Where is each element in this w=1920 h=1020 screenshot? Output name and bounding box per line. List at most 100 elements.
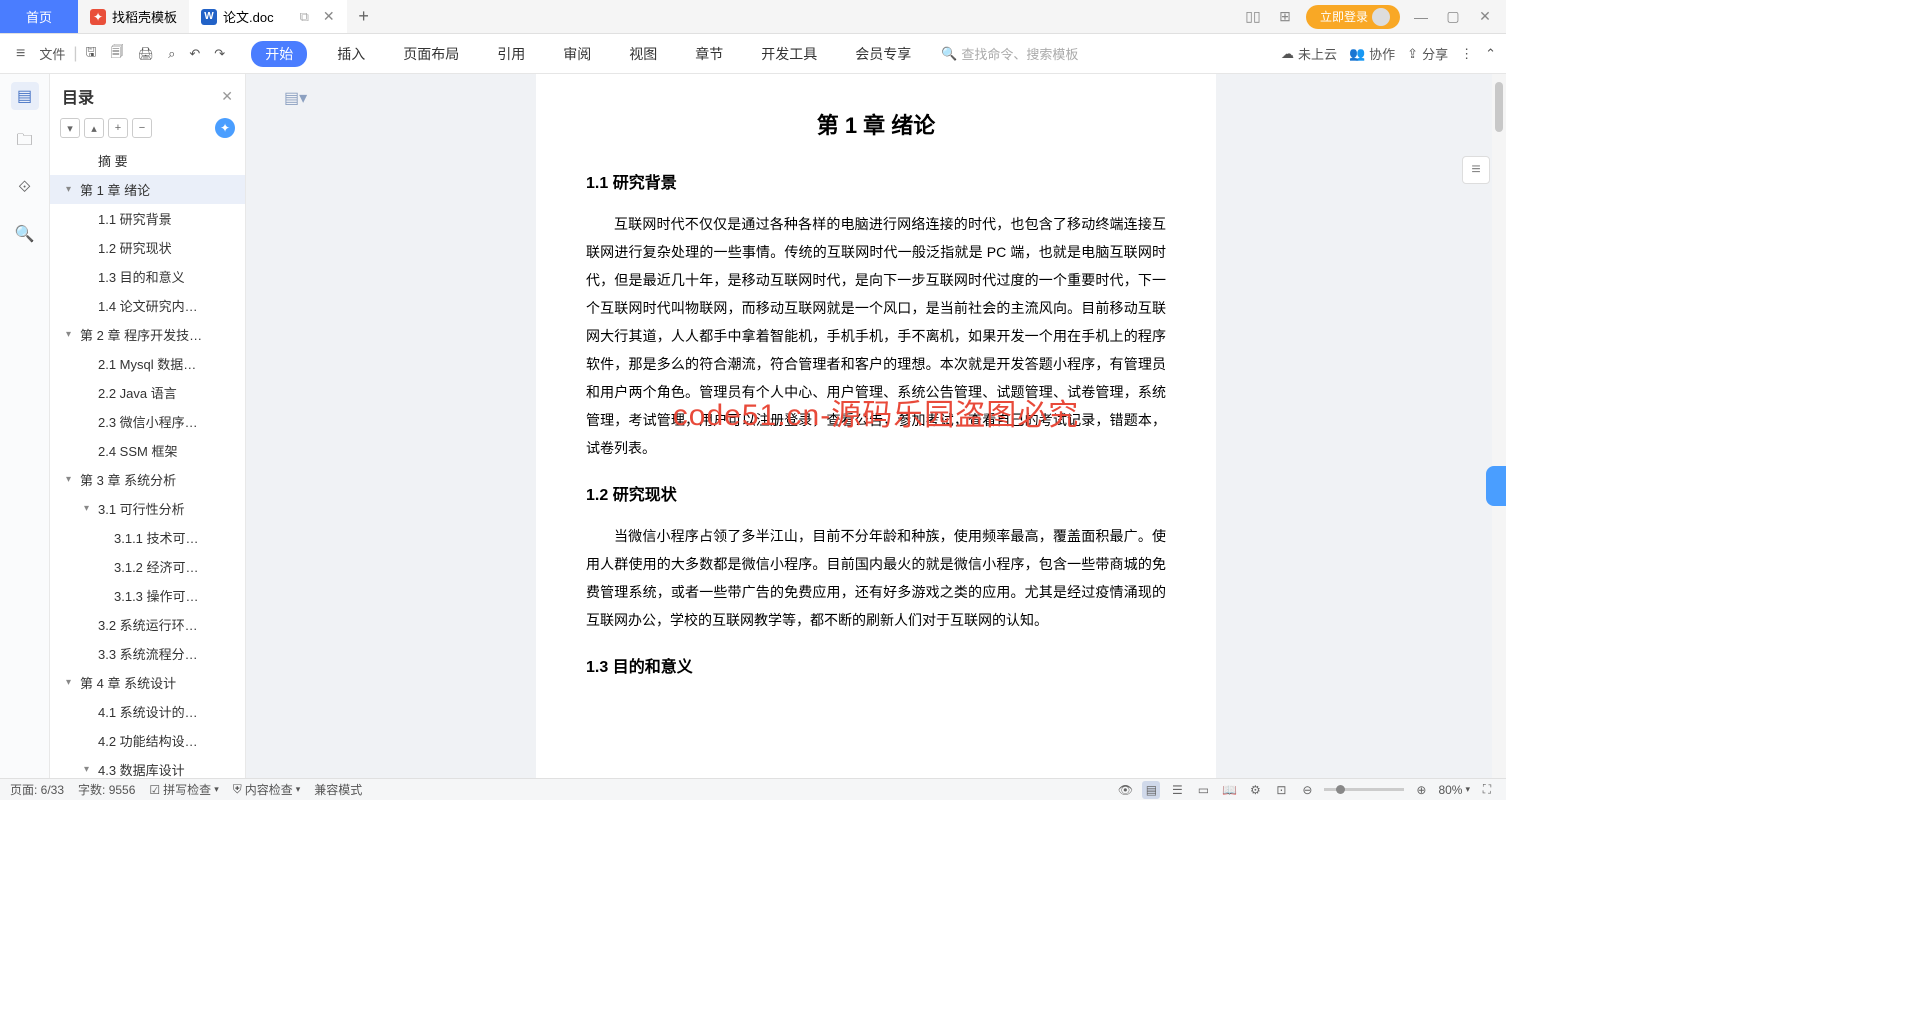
reading-icon[interactable]: 👁 <box>1116 781 1134 799</box>
zoom-level[interactable]: 80%▾ <box>1438 783 1470 797</box>
share-button[interactable]: ⇪分享 <box>1407 44 1448 63</box>
zoom-in-icon[interactable]: ⊕ <box>1412 781 1430 799</box>
outline-view-icon[interactable]: ☰ <box>1168 781 1186 799</box>
style-panel-icon[interactable]: ≡ <box>1462 156 1490 184</box>
side-feedback-tab[interactable] <box>1486 466 1506 506</box>
login-button[interactable]: 立即登录 <box>1306 5 1400 29</box>
command-search[interactable]: 🔍 查找命令、搜索模板 <box>941 44 1078 63</box>
window-mode-icon[interactable]: ⧉ <box>300 9 309 25</box>
ribbon-tab-start[interactable]: 开始 <box>251 41 307 67</box>
outline-label: 第 1 章 绪论 <box>80 180 150 199</box>
outline-item[interactable]: ▾4.3 数据库设计 <box>50 755 245 778</box>
outline-item[interactable]: 1.2 研究现状 <box>50 233 245 262</box>
outline-item[interactable]: 3.1.2 经济可… <box>50 552 245 581</box>
ribbon-tab-devtools[interactable]: 开发工具 <box>753 41 825 67</box>
find-icon[interactable]: 🔍 <box>11 220 39 248</box>
collapse-icon[interactable]: ▾ <box>60 118 80 138</box>
ribbon-tab-member[interactable]: 会员专享 <box>847 41 919 67</box>
status-bar: 页面: 6/33 字数: 9556 ☑拼写检查▾ ⛨内容检查▾ 兼容模式 👁 ▤… <box>0 778 1506 800</box>
undo-icon[interactable]: ↶ <box>183 42 206 66</box>
outline-item[interactable]: ▾第 4 章 系统设计 <box>50 668 245 697</box>
title-bar: 首页 ✦ 找稻壳模板 W 论文.doc ⧉ ✕ + ▯▯ ⊞ 立即登录 — ▢ … <box>0 0 1506 34</box>
tab-label: 论文.doc <box>223 7 274 26</box>
tab-template[interactable]: ✦ 找稻壳模板 <box>78 0 189 33</box>
files-icon[interactable]: 🗀 <box>11 128 39 156</box>
remove-icon[interactable]: − <box>132 118 152 138</box>
content-check-button[interactable]: ⛨内容检查▾ <box>233 781 301 798</box>
document-area[interactable]: ▤▾ 第 1 章 绪论 1.1 研究背景 互联网时代不仅仅是通过各种各样的电脑进… <box>246 74 1506 778</box>
outline-item[interactable]: 1.4 论文研究内… <box>50 291 245 320</box>
paragraph: 互联网时代不仅仅是通过各种各样的电脑进行网络连接的时代，也包含了移动终端连接互联… <box>586 210 1166 462</box>
outline-item[interactable]: 3.2 系统运行环… <box>50 610 245 639</box>
tools-icon[interactable]: ⚙ <box>1246 781 1264 799</box>
assistant-icon[interactable]: ✦ <box>215 118 235 138</box>
outline-item[interactable]: 1.1 研究背景 <box>50 204 245 233</box>
zoom-thumb[interactable] <box>1336 785 1345 794</box>
spellcheck-button[interactable]: ☑拼写检查▾ <box>149 781 218 798</box>
outline-item[interactable]: 2.1 Mysql 数据… <box>50 349 245 378</box>
ribbon-tab-reference[interactable]: 引用 <box>489 41 533 67</box>
outline-label: 4.1 系统设计的… <box>98 702 198 721</box>
ribbon-tab-review[interactable]: 审阅 <box>555 41 599 67</box>
vertical-scrollbar[interactable] <box>1492 74 1506 778</box>
print-icon[interactable]: 🖨 <box>132 42 161 66</box>
tab-document[interactable]: W 论文.doc ⧉ ✕ <box>189 0 347 33</box>
tab-home[interactable]: 首页 <box>0 0 78 33</box>
file-menu[interactable]: 文件 <box>33 40 71 67</box>
expand-icon[interactable]: ▴ <box>84 118 104 138</box>
close-window-icon[interactable]: ✕ <box>1474 6 1496 28</box>
outline-label: 1.1 研究背景 <box>98 209 172 228</box>
outline-item[interactable]: ▾第 3 章 系统分析 <box>50 465 245 494</box>
add-icon[interactable]: + <box>108 118 128 138</box>
cloud-status[interactable]: ☁未上云 <box>1281 44 1337 63</box>
outline-icon[interactable]: ▤ <box>11 82 39 110</box>
outline-item[interactable]: 4.1 系统设计的… <box>50 697 245 726</box>
zoom-out-icon[interactable]: ⊖ <box>1298 781 1316 799</box>
collapse-ribbon-icon[interactable]: ⌃ <box>1485 46 1496 62</box>
word-count[interactable]: 字数: 9556 <box>78 781 135 798</box>
ribbon-tab-insert[interactable]: 插入 <box>329 41 373 67</box>
ribbon-tab-chapter[interactable]: 章节 <box>687 41 731 67</box>
bookmark-icon[interactable]: ⟐ <box>11 174 39 202</box>
outline-item[interactable]: ▾第 1 章 绪论 <box>50 175 245 204</box>
outline-item[interactable]: 3.1.1 技术可… <box>50 523 245 552</box>
web-view-icon[interactable]: ▭ <box>1194 781 1212 799</box>
ribbon-tab-layout[interactable]: 页面布局 <box>395 41 467 67</box>
collab-button[interactable]: 👥协作 <box>1349 44 1395 63</box>
zoom-slider[interactable] <box>1324 788 1404 791</box>
minimize-icon[interactable]: — <box>1410 6 1432 28</box>
fullscreen-icon[interactable]: ⛶ <box>1478 781 1496 799</box>
ribbon-tab-view[interactable]: 视图 <box>621 41 665 67</box>
read-view-icon[interactable]: 📖 <box>1220 781 1238 799</box>
outline-item[interactable]: 3.1.3 操作可… <box>50 581 245 610</box>
layout-icon[interactable]: ▯▯ <box>1242 6 1264 28</box>
outline-item[interactable]: 1.3 目的和意义 <box>50 262 245 291</box>
page-options-icon[interactable]: ▤▾ <box>284 88 307 108</box>
outline-item[interactable]: ▾第 2 章 程序开发技… <box>50 320 245 349</box>
maximize-icon[interactable]: ▢ <box>1442 6 1464 28</box>
preview-icon[interactable]: ⌕ <box>162 42 181 66</box>
close-icon[interactable]: ✕ <box>323 8 335 25</box>
compat-mode: 兼容模式 <box>314 781 362 798</box>
fit-icon[interactable]: ⊡ <box>1272 781 1290 799</box>
more-icon[interactable]: ⋮ <box>1460 46 1473 62</box>
page-indicator[interactable]: 页面: 6/33 <box>10 781 64 798</box>
outline-item[interactable]: 2.3 微信小程序… <box>50 407 245 436</box>
save-as-icon[interactable]: 🗐 <box>105 39 130 69</box>
chevron-icon: ▾ <box>66 329 76 340</box>
outline-item[interactable]: 2.2 Java 语言 <box>50 378 245 407</box>
save-icon[interactable]: 🖫 <box>80 39 103 69</box>
page-view-icon[interactable]: ▤ <box>1142 781 1160 799</box>
outline-item[interactable]: ▾3.1 可行性分析 <box>50 494 245 523</box>
scrollbar-thumb[interactable] <box>1495 82 1503 132</box>
outline-item[interactable]: 4.2 功能结构设… <box>50 726 245 755</box>
new-tab-button[interactable]: + <box>347 0 381 33</box>
apps-icon[interactable]: ⊞ <box>1274 6 1296 28</box>
close-panel-icon[interactable]: ✕ <box>221 88 233 105</box>
outline-item[interactable]: 摘 要 <box>50 146 245 175</box>
outline-item[interactable]: 2.4 SSM 框架 <box>50 436 245 465</box>
ribbon-tabs: 开始 插入 页面布局 引用 审阅 视图 章节 开发工具 会员专享 <box>251 41 919 67</box>
menu-icon[interactable]: ≡ <box>10 41 31 67</box>
outline-item[interactable]: 3.3 系统流程分… <box>50 639 245 668</box>
redo-icon[interactable]: ↷ <box>208 42 231 66</box>
